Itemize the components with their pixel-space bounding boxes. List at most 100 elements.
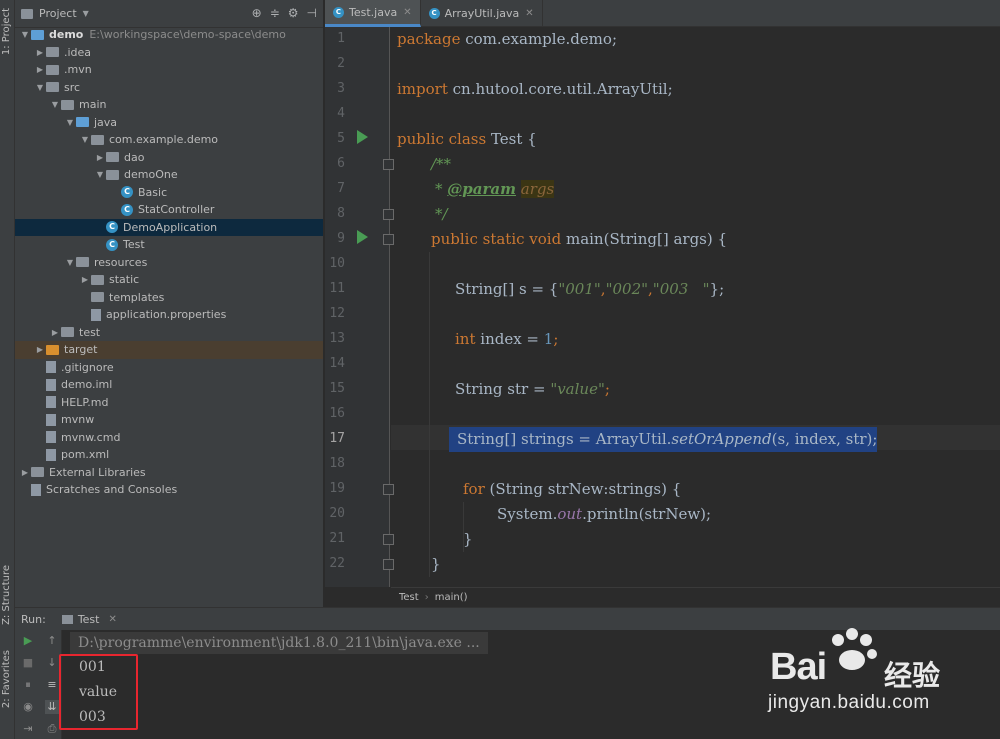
locate-icon[interactable]: ⊕ — [252, 6, 262, 20]
close-icon[interactable]: ✕ — [525, 8, 533, 19]
chevron-right-icon[interactable]: ▶ — [19, 468, 31, 477]
tree-item[interactable]: ▶ .mvn — [15, 61, 323, 79]
up-arrow-icon[interactable]: ↑ — [45, 634, 59, 648]
project-tool-button[interactable]: 1: Project — [1, 8, 12, 55]
project-view-selector[interactable]: Project — [39, 7, 77, 20]
line-number: 7 — [337, 181, 345, 196]
down-arrow-icon[interactable]: ↓ — [45, 656, 59, 670]
chevron-down-icon[interactable]: ▼ — [79, 135, 91, 144]
baidu-watermark: Bai 经验 jingyan.baidu.com — [760, 628, 1000, 728]
line-number: 14 — [329, 356, 345, 371]
chevron-down-icon[interactable]: ▼ — [19, 30, 31, 39]
tree-item[interactable]: mvnw.cmd — [15, 429, 323, 447]
tree-item-label: .idea — [64, 45, 92, 59]
chevron-down-icon[interactable]: ▼ — [83, 9, 89, 18]
chevron-right-icon[interactable]: ▶ — [34, 345, 46, 354]
folder-icon — [106, 169, 119, 180]
tree-item-label: .mvn — [64, 63, 92, 77]
tree-item[interactable]: demo.iml — [15, 376, 323, 394]
structure-tool-button[interactable]: Z: Structure — [1, 565, 12, 625]
gear-icon[interactable]: ⚙ — [288, 6, 299, 20]
chevron-right-icon[interactable]: ▶ — [79, 275, 91, 284]
tree-item[interactable]: pom.xml — [15, 446, 323, 464]
hide-panel-icon[interactable]: ⊣ — [307, 6, 317, 20]
file-icon — [46, 431, 56, 444]
tree-item[interactable]: templates — [15, 289, 323, 307]
camera-icon[interactable]: ◉ — [21, 700, 35, 714]
tree-item[interactable]: ▶ .idea — [15, 44, 323, 62]
tree-item[interactable]: mvnw — [15, 411, 323, 429]
code-line-15: String str = "value"; — [455, 380, 610, 398]
chevron-down-icon[interactable]: ▼ — [34, 83, 46, 92]
tree-item[interactable]: HELP.md — [15, 394, 323, 412]
chevron-down-icon[interactable]: ▼ — [94, 170, 106, 179]
editor-gutter: 12345678910111213141516171819202122 💡 — [325, 27, 420, 587]
chevron-right-icon[interactable]: ▶ — [34, 65, 46, 74]
tree-item[interactable]: ▼ com.example.demo — [15, 131, 323, 149]
output-highlight-box — [59, 654, 138, 730]
code-line-22: } — [431, 555, 441, 573]
run-main-icon[interactable] — [357, 230, 368, 244]
tab-arrayutil-java[interactable]: C ArrayUtil.java ✕ — [421, 0, 543, 27]
tree-item[interactable]: Scratches and Consoles — [15, 481, 323, 499]
scroll-to-end-icon[interactable]: ⇊ — [45, 700, 59, 714]
tree-item-label: Test — [123, 238, 145, 252]
collapse-all-icon[interactable]: ≑ — [270, 6, 280, 20]
tree-item[interactable]: ▼ resources — [15, 254, 323, 272]
tree-item[interactable]: ▶ test — [15, 324, 323, 342]
close-icon[interactable]: ✕ — [108, 614, 116, 625]
tree-item-label: main — [79, 98, 107, 112]
tree-item-label: DemoApplication — [123, 220, 218, 234]
tree-item-label: mvnw.cmd — [61, 430, 121, 444]
pause-icon[interactable]: ⏸ — [21, 678, 35, 692]
tab-test-java[interactable]: C Test.java ✕ — [325, 0, 421, 27]
code-line-11: String[] s = {"001","002","003 "}; — [455, 280, 725, 298]
chevron-down-icon[interactable]: ▼ — [64, 118, 76, 127]
print-icon[interactable]: ⎙ — [45, 722, 59, 736]
rerun-icon[interactable]: ▶ — [21, 634, 35, 648]
tree-item[interactable]: ▶ target — [15, 341, 323, 359]
tree-item[interactable]: ▼ main — [15, 96, 323, 114]
tree-item[interactable]: ▼ src — [15, 79, 323, 97]
exit-icon[interactable]: ⇥ — [21, 722, 35, 736]
chevron-down-icon[interactable]: ▼ — [49, 100, 61, 109]
stop-icon[interactable]: ■ — [21, 656, 35, 670]
tree-item[interactable]: ▼ demoOne — [15, 166, 323, 184]
tree-item[interactable]: ▼ demo E:\workingspace\demo-space\demo — [15, 26, 323, 44]
line-number: 13 — [329, 331, 345, 346]
chevron-down-icon[interactable]: ▼ — [64, 258, 76, 267]
tree-item-label: target — [64, 343, 98, 357]
favorites-tool-button[interactable]: 2: Favorites — [1, 650, 12, 708]
tree-item[interactable]: C Basic — [15, 184, 323, 202]
folder-icon — [46, 47, 59, 58]
tree-item-path: E:\workingspace\demo-space\demo — [89, 28, 286, 42]
tree-item[interactable]: ▶ static — [15, 271, 323, 289]
tree-item-label: demoOne — [124, 168, 178, 182]
tree-item[interactable]: application.properties — [15, 306, 323, 324]
chevron-right-icon[interactable]: ▶ — [49, 328, 61, 337]
run-panel-header: Run: Test ✕ — [15, 607, 1000, 630]
soft-wrap-icon[interactable]: ≡ — [45, 678, 59, 692]
chevron-right-icon[interactable]: ▶ — [34, 48, 46, 57]
breadcrumb-class[interactable]: Test — [399, 592, 419, 603]
tree-item[interactable]: C Test — [15, 236, 323, 254]
chevron-right-icon[interactable]: ▶ — [94, 153, 106, 162]
tree-item[interactable]: ▶ dao — [15, 149, 323, 167]
tree-item[interactable]: ▼ java — [15, 114, 323, 132]
left-tool-strip: 1: Project Z: Structure 2: Favorites — [0, 0, 15, 739]
tree-item[interactable]: C DemoApplication — [15, 218, 323, 236]
editor-tabs: C Test.java ✕ C ArrayUtil.java ✕ — [325, 0, 1000, 27]
code-line-1: package com.example.demo; — [397, 30, 617, 48]
breadcrumb-method[interactable]: main() — [435, 592, 468, 603]
code-editor[interactable]: package com.example.demo; import cn.huto… — [391, 27, 1000, 587]
tree-item[interactable]: ▶ External Libraries — [15, 464, 323, 482]
run-class-icon[interactable] — [357, 130, 368, 144]
close-icon[interactable]: ✕ — [403, 7, 411, 18]
line-number: 17 — [329, 431, 345, 446]
project-icon — [21, 8, 33, 19]
line-number: 16 — [329, 406, 345, 421]
tree-item-label: resources — [94, 255, 148, 269]
tree-item[interactable]: C StatController — [15, 201, 323, 219]
tree-item[interactable]: .gitignore — [15, 359, 323, 377]
run-tab-test[interactable]: Test ✕ — [61, 613, 117, 626]
